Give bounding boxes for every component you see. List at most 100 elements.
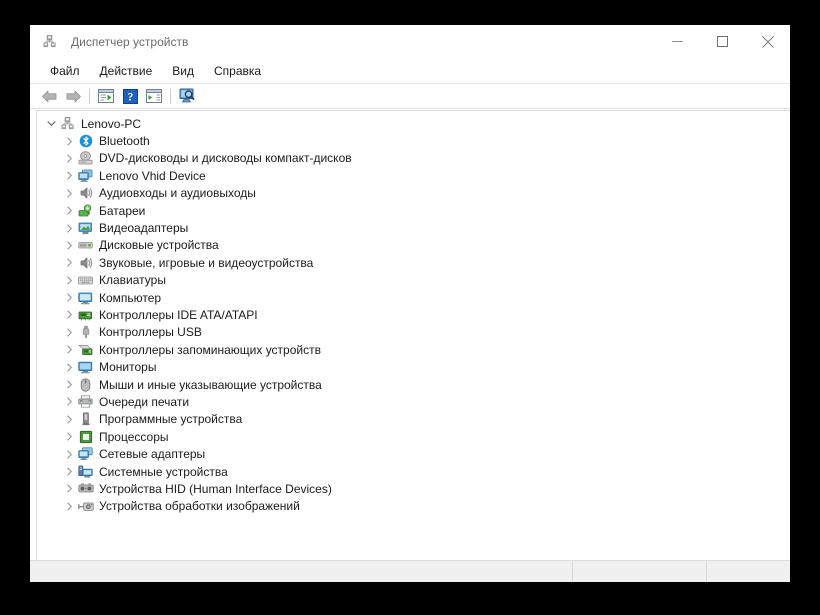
chevron-right-icon[interactable] [61,429,77,445]
chevron-right-icon[interactable] [61,342,77,358]
tree-node-storage-controllers[interactable]: Контроллеры запоминающих устройств [37,341,790,358]
tree-node-batteries[interactable]: Батареи [37,202,790,219]
device-manager-icon [41,34,58,50]
tree-node-display-adapters[interactable]: Видеоадаптеры [37,219,790,236]
tree-node-computer[interactable]: Компьютер [37,289,790,306]
maximize-button[interactable] [700,25,745,58]
display-device-icon [77,168,94,184]
chevron-right-icon[interactable] [61,255,77,271]
tree-node-dvd-drives-label: DVD-дисководы и дисководы компакт-дисков [99,151,352,166]
properties-button[interactable] [94,85,118,107]
scan-hardware-button[interactable] [175,85,199,107]
tree-node-network-adapters-label: Сетевые адаптеры [99,447,206,462]
chevron-right-icon[interactable] [61,411,77,427]
tree-node-bluetooth-label: Bluetooth [99,134,150,149]
title-bar-left: Диспетчер устройств [30,34,655,50]
usb-controller-icon [77,324,94,340]
tree-node-usb-controllers-label: Контроллеры USB [99,325,202,340]
chevron-right-icon[interactable] [61,464,77,480]
svg-text:?: ? [127,91,133,103]
chevron-right-icon[interactable] [61,168,77,184]
forward-button[interactable] [61,85,85,107]
tree-node-mice-label: Мыши и иные указывающие устройства [99,377,322,392]
tree-node-print-queues[interactable]: Очереди печати [37,393,790,410]
chevron-right-icon[interactable] [61,237,77,253]
tree-node-lenovo-vhid[interactable]: Lenovo Vhid Device [37,167,790,184]
menu-action[interactable]: Действие [90,61,163,81]
update-driver-button[interactable] [142,85,166,107]
menu-help[interactable]: Справка [204,61,271,81]
chevron-right-icon[interactable] [61,481,77,497]
menu-bar: Файл Действие Вид Справка [30,58,790,84]
chevron-right-icon[interactable] [61,150,77,166]
tree-node-disk-drives-label: Дисковые устройства [99,238,219,253]
chevron-right-icon[interactable] [61,394,77,410]
menu-file[interactable]: Файл [40,61,90,81]
status-bar-end-pane [707,561,790,582]
chevron-right-icon[interactable] [61,185,77,201]
tree-node-processors-label: Процессоры [99,429,169,444]
tree-node-mice[interactable]: Мыши и иные указывающие устройства [37,376,790,393]
tree-node-monitors[interactable]: Мониторы [37,358,790,375]
system-device-icon [77,464,94,480]
tree-node-system-devices[interactable]: Системные устройства [37,463,790,480]
tree-node-audio-io-label: Аудиовходы и аудиовыходы [99,186,256,201]
back-button[interactable] [37,85,61,107]
tree-node-usb-controllers[interactable]: Контроллеры USB [37,324,790,341]
tree-node-imaging-devices[interactable]: Устройства обработки изображений [37,498,790,515]
chevron-right-icon[interactable] [61,220,77,236]
tree-node-disk-drives[interactable]: Дисковые устройства [37,237,790,254]
chevron-right-icon[interactable] [61,203,77,219]
tree-node-processors[interactable]: Процессоры [37,428,790,445]
chevron-down-icon[interactable] [43,116,59,132]
battery-icon [77,203,94,219]
monitor-icon [77,359,94,375]
tree-node-dvd-drives[interactable]: DVD-дисководы и дисководы компакт-дисков [37,150,790,167]
tree-node-keyboards[interactable]: Клавиатуры [37,272,790,289]
tree-node-bluetooth[interactable]: Bluetooth [37,132,790,149]
window-title: Диспетчер устройств [71,34,189,49]
chevron-right-icon[interactable] [61,498,77,514]
minimize-button[interactable] [655,25,700,58]
close-button[interactable] [745,25,790,58]
display-adapter-icon [77,220,94,236]
bluetooth-icon [77,133,94,149]
chevron-right-icon[interactable] [61,133,77,149]
chevron-right-icon[interactable] [61,272,77,288]
software-device-icon [77,411,94,427]
disk-drive-icon [77,237,94,253]
storage-controller-icon [77,342,94,358]
tree-node-print-queues-label: Очереди печати [99,394,190,409]
menu-view[interactable]: Вид [162,61,204,81]
toolbar-separator-1 [89,88,90,104]
status-bar [30,560,790,582]
dvd-drive-icon [77,150,94,166]
tree-node-hid-devices[interactable]: Устройства HID (Human Interface Devices) [37,480,790,497]
tree-node-root-label: Lenovo-PC [81,116,142,131]
sound-video-icon [77,255,94,271]
tree-node-ide-controllers[interactable]: Контроллеры IDE ATA/ATAPI [37,306,790,323]
help-button[interactable]: ? [118,85,142,107]
status-bar-main-pane [30,561,573,582]
chevron-right-icon[interactable] [61,290,77,306]
chevron-right-icon[interactable] [61,446,77,462]
tree-node-sound-video-controllers[interactable]: Звуковые, игровые и видеоустройства [37,254,790,271]
chevron-right-icon[interactable] [61,359,77,375]
tree-node-display-adapters-label: Видеоадаптеры [99,221,189,236]
toolbar: ? [30,84,790,109]
chevron-right-icon[interactable] [61,307,77,323]
device-manager-window: Диспетчер устройств Файл Действие Вид Сп… [30,25,790,582]
device-tree-panel[interactable]: Lenovo-PC Bluetooth DVD-дисководы и диск… [36,110,790,560]
tree-node-storage-controllers-label: Контроллеры запоминающих устройств [99,342,321,357]
chevron-right-icon[interactable] [61,324,77,340]
tree-node-root[interactable]: Lenovo-PC [37,115,790,132]
tree-node-lenovo-vhid-label: Lenovo Vhid Device [99,168,206,183]
tree-node-audio-io[interactable]: Аудиовходы и аудиовыходы [37,185,790,202]
tree-node-software-devices[interactable]: Программные устройства [37,411,790,428]
hid-device-icon [77,481,94,497]
tree-node-sound-video-controllers-label: Звуковые, игровые и видеоустройства [99,255,314,270]
mouse-icon [77,377,94,393]
ide-controller-icon [77,307,94,323]
tree-node-network-adapters[interactable]: Сетевые адаптеры [37,445,790,462]
chevron-right-icon[interactable] [61,377,77,393]
